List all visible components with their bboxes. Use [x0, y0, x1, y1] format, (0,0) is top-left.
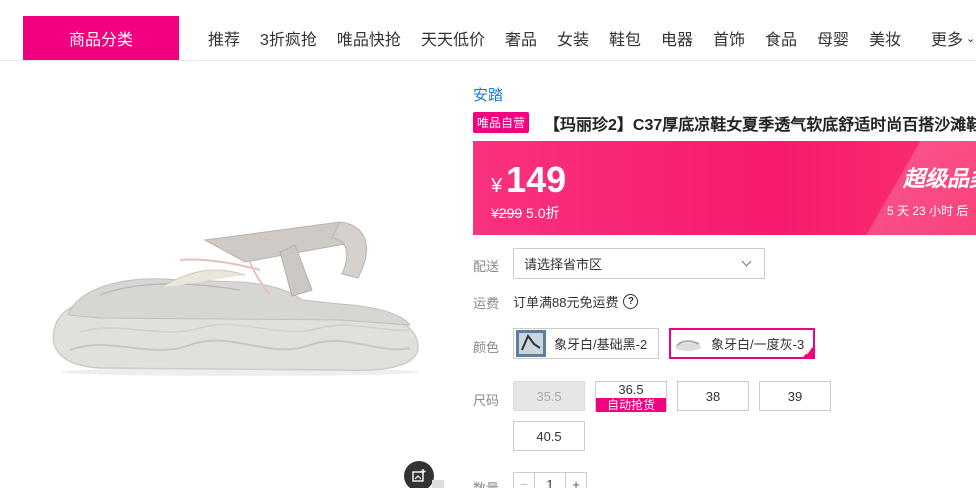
- nav-divider: [0, 60, 976, 61]
- price-banner: ¥ 149 ¥299 5.0折 超级品类 5 天 23 小时 后: [473, 141, 976, 235]
- size-option-39[interactable]: 39: [759, 381, 831, 411]
- price-value: 149: [506, 159, 567, 200]
- color-option-grey[interactable]: 象牙白/一度灰-3 ✓: [669, 328, 815, 359]
- nav-item-food[interactable]: 食品: [765, 26, 797, 50]
- nav-item-beauty[interactable]: 美妆: [869, 26, 901, 50]
- nav-more-label: 更多: [931, 32, 964, 49]
- color-option-label: 象牙白/基础黑-2: [554, 337, 648, 352]
- top-cropped-links: [470, 0, 976, 6]
- color-option-label: 象牙白/一度灰-3: [711, 337, 805, 352]
- nav-item-luxury[interactable]: 奢品: [505, 26, 537, 50]
- region-placeholder: 请选择省市区: [524, 257, 603, 272]
- nav-more[interactable]: 更多 ⌄: [931, 16, 975, 60]
- nav-item-flash-30[interactable]: 3折疯抢: [260, 26, 317, 50]
- image-plus-icon[interactable]: [404, 461, 434, 488]
- color-label: 颜色: [473, 340, 500, 355]
- image-tool-tail: [432, 480, 444, 488]
- nav-item-jewelry[interactable]: 首饰: [713, 26, 745, 50]
- price-currency: ¥: [491, 175, 503, 197]
- nav-item-baby[interactable]: 母婴: [817, 26, 849, 50]
- auto-grab-tag: 自动抢货: [596, 398, 666, 412]
- product-image[interactable]: [40, 200, 430, 390]
- size-option-35-5[interactable]: 35.5: [513, 381, 585, 411]
- quantity-minus-button[interactable]: −: [513, 472, 535, 488]
- discount-rate: 5.0折: [526, 205, 560, 221]
- quantity-stepper: − 1 +: [513, 472, 587, 488]
- nav-item-quick-buy[interactable]: 唯品快抢: [337, 26, 401, 50]
- nav-item-recommend[interactable]: 推荐: [208, 26, 240, 50]
- freight-label: 运费: [473, 296, 500, 311]
- question-circle-icon[interactable]: ?: [623, 294, 639, 309]
- original-price-row: ¥299 5.0折: [491, 203, 560, 223]
- region-select[interactable]: 请选择省市区: [513, 248, 765, 279]
- check-icon: ✓: [805, 348, 812, 357]
- self-operated-badge: 唯品自营: [473, 112, 529, 133]
- chevron-down-icon: ⌄: [966, 32, 976, 45]
- freight-text: 订单满88元免运费: [513, 295, 619, 310]
- size-option-40-5[interactable]: 40.5: [513, 421, 585, 451]
- size-value: 36.5: [618, 382, 644, 397]
- promo-label: 超级品类: [903, 166, 976, 191]
- price: ¥ 149: [491, 159, 566, 201]
- countdown: 5 天 23 小时 后: [887, 204, 969, 218]
- nav-item-daily-low[interactable]: 天天低价: [421, 26, 485, 50]
- brand-link[interactable]: 安踏: [473, 84, 503, 105]
- size-option-38[interactable]: 38: [677, 381, 749, 411]
- nav-item-women[interactable]: 女装: [557, 26, 589, 50]
- original-price: ¥299: [491, 205, 523, 221]
- size-label: 尺码: [473, 393, 500, 408]
- nav-item-shoes-bags[interactable]: 鞋包: [609, 26, 641, 50]
- color-thumb-black: [516, 330, 546, 357]
- quantity-plus-button[interactable]: +: [565, 472, 587, 488]
- chevron-down-icon: [741, 256, 752, 267]
- color-option-black[interactable]: 象牙白/基础黑-2: [513, 328, 659, 359]
- size-option-36-5[interactable]: 36.5 自动抢货: [595, 381, 667, 412]
- delivery-label: 配送: [473, 259, 500, 274]
- product-title: 【玛丽珍2】C37厚底凉鞋女夏季透气软底舒适时尚百搭沙滩鞋: [544, 117, 976, 134]
- quantity-label: 数量: [473, 478, 499, 488]
- nav-items: 推荐 3折疯抢 唯品快抢 天天低价 奢品 女装 鞋包 电器 首饰 食品 母婴 美…: [208, 16, 921, 60]
- color-thumb-grey: [675, 340, 701, 351]
- category-button[interactable]: 商品分类: [23, 16, 179, 60]
- nav-item-appliances[interactable]: 电器: [661, 26, 693, 50]
- quantity-input[interactable]: 1: [535, 472, 565, 488]
- top-nav: 商品分类 推荐 3折疯抢 唯品快抢 天天低价 奢品 女装 鞋包 电器 首饰 食品…: [0, 14, 976, 60]
- freight-info: 订单满88元免运费 ?: [513, 292, 639, 311]
